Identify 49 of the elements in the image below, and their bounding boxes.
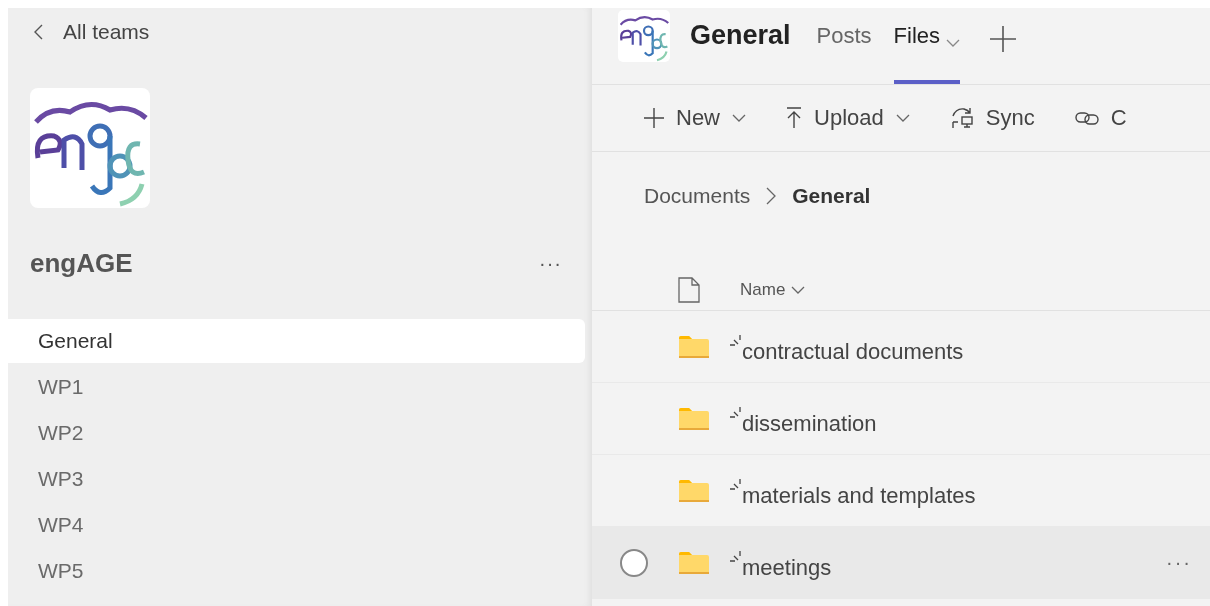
breadcrumb-item: General xyxy=(792,184,871,208)
add-tab-icon[interactable] xyxy=(990,26,1017,52)
folder-icon xyxy=(678,406,710,431)
file-type-icon xyxy=(678,277,700,303)
tab[interactable]: Files xyxy=(893,8,961,84)
upload-button[interactable]: Upload xyxy=(786,105,910,131)
channel-item[interactable]: WP1 xyxy=(8,365,585,409)
plus-icon xyxy=(644,108,664,128)
folder-name[interactable]: materials and templates xyxy=(742,482,976,509)
new-item-icon xyxy=(730,335,742,349)
chevron-right-icon xyxy=(766,187,777,205)
folder-name[interactable]: dissemination xyxy=(742,410,877,437)
channel-title: General xyxy=(690,20,791,51)
name-column-header[interactable]: Name xyxy=(740,280,806,300)
link-button[interactable]: C xyxy=(1074,105,1127,131)
upload-icon xyxy=(786,107,802,129)
folder-name[interactable]: meetings xyxy=(742,554,832,581)
channel-item[interactable]: WP4 xyxy=(8,503,585,547)
channel-item[interactable]: WP2 xyxy=(8,411,585,455)
folder-icon xyxy=(678,550,710,575)
sync-icon xyxy=(949,107,974,129)
logo-icon xyxy=(30,88,150,208)
file-row[interactable]: dissemination xyxy=(592,383,1210,455)
caret-icon xyxy=(895,114,910,122)
new-item-icon xyxy=(730,479,742,493)
folder-icon xyxy=(678,478,710,503)
caret-icon xyxy=(791,286,806,294)
chevron-left-icon xyxy=(34,24,43,40)
sync-button[interactable]: Sync xyxy=(949,105,1035,131)
caret-icon xyxy=(946,39,961,47)
new-item-icon xyxy=(730,551,742,565)
team-name: engAGE xyxy=(30,248,133,279)
more-button[interactable]: ··· xyxy=(1166,551,1192,574)
more-button[interactable]: ··· xyxy=(539,252,562,275)
channel-item[interactable]: General xyxy=(8,319,585,363)
channel-item[interactable]: WP5 xyxy=(8,549,585,593)
caret-icon xyxy=(732,114,746,122)
channel-item[interactable]: WP3 xyxy=(8,457,585,501)
select-radio[interactable] xyxy=(620,548,648,577)
back-link[interactable]: All teams xyxy=(34,18,592,46)
file-row[interactable]: contractual documents xyxy=(592,311,1210,383)
file-row[interactable]: meetings ··· xyxy=(592,527,1210,599)
new-item-icon xyxy=(730,407,742,421)
breadcrumb-item[interactable]: Documents xyxy=(644,184,751,208)
new-button[interactable]: New xyxy=(644,105,746,131)
link-icon xyxy=(1074,111,1099,125)
tab[interactable]: Posts xyxy=(816,8,872,84)
folder-icon xyxy=(678,334,710,359)
folder-name[interactable]: contractual documents xyxy=(742,338,964,365)
